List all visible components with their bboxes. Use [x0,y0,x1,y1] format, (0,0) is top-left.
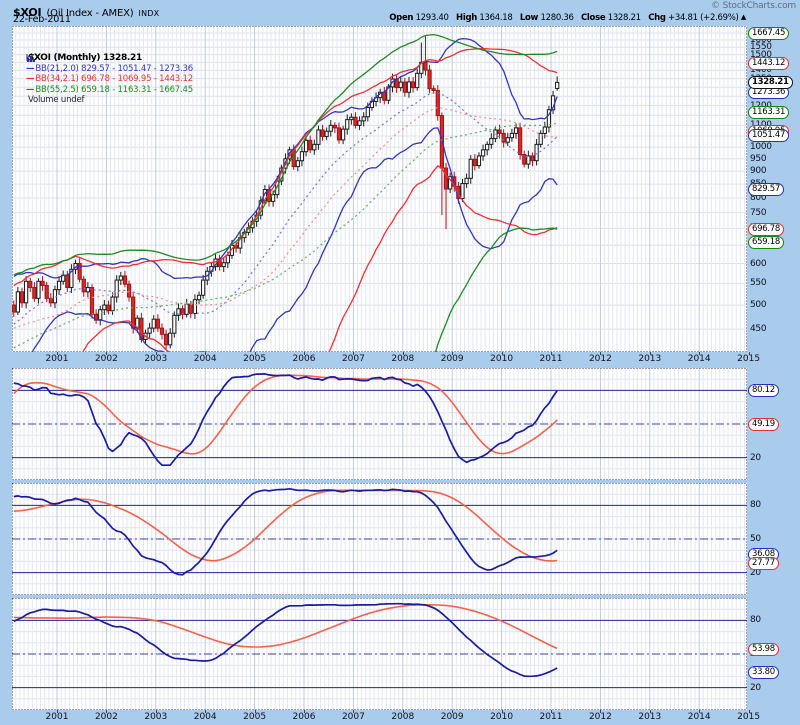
year-label: 2014 [682,354,716,364]
year-label: 2012 [583,354,617,364]
price-badge: 659.18 [748,236,784,249]
stoch-axis-label: 20 [750,453,761,463]
stoch-badge: 80.12 [748,384,779,397]
year-label: 2006 [287,712,321,722]
legend-title-row: $XOI (Monthly) 1328.21 [26,53,193,64]
year-label: 2010 [485,712,519,722]
price-badge: 829.57 [748,183,784,196]
legend-bb55: —BB(55,2.5) 659.18 - 1163.31 - 1667.45 [26,85,193,96]
high-value: 1364.18 [479,13,512,23]
price-plot: $XOI (Monthly) 1328.21 —BB(21,2.0) 829.5… [12,26,747,352]
price-axis-label: 550 [750,278,766,288]
year-label: 2004 [188,354,222,364]
stoch-badge: 33.80 [748,666,779,679]
copyright: © StockCharts.com [711,1,796,11]
legend-volume: Volume undef [26,95,193,106]
year-label: 2013 [633,354,667,364]
price-axis-label: 950 [750,154,766,164]
price-badge: 1667.45 [748,27,789,40]
stochastic-canvas-3 [12,598,747,710]
high-label: High [456,13,477,23]
stochastic-canvas-1 [12,368,747,480]
year-label: 2013 [633,712,667,722]
price-badge: 1443.12 [748,57,789,70]
stoch-badge: 49.19 [748,418,779,431]
x-axis-bottom: 2001 2002 2003 2004 2005 2006 2007 2008 2009 2010… [0,710,800,725]
year-label: 2008 [386,712,420,722]
year-label: 2011 [534,354,568,364]
year-label: 2005 [238,712,272,722]
price-axis-label: 450 [750,324,766,334]
year-label: 2002 [89,712,123,722]
year-label: 2003 [139,354,173,364]
stockcharts-candlestick-chart: $XOI (Oil Index - AMEX) INDX 22-Feb-2011… [0,0,800,725]
chart-date: 22-Feb-2011 [13,14,71,25]
low-value: 1280.36 [541,13,574,23]
year-label: 2007 [336,354,370,364]
percent-d-line [14,605,557,649]
low-label: Low [520,13,538,23]
stoch-axis-label: 80 [750,615,761,625]
price-axis-label: 900 [750,166,766,176]
year-label: 2001 [40,354,74,364]
year-label: 2001 [40,712,74,722]
year-label: 2014 [682,712,716,722]
year-label: 2008 [386,354,420,364]
year-label: 2015 [732,712,766,722]
chg-label: Chg [648,13,665,23]
year-label: 2009 [435,712,469,722]
symbol-type: INDX [139,9,160,18]
year-label: 2004 [188,712,222,722]
quote-bar: Open 1293.40 High 1364.18 Low 1280.36 Cl… [384,13,746,23]
price-axis-label: 500 [750,300,766,310]
price-badge: 1163.31 [748,106,789,119]
legend-bb34: —BB(34,2.1) 696.78 - 1069.95 - 1443.12 [26,74,193,85]
stoch-axis-label: 80 [750,500,761,510]
percent-k-line [14,374,557,465]
price-badge: 1051.47 [748,129,789,142]
open-label: Open [389,13,413,23]
close-value: 1328.21 [608,13,641,23]
price-badge: 1328.21 [748,76,793,89]
stoch-badge: 53.98 [748,643,779,656]
x-axis-top: 2001 2002 2003 2004 2005 2006 2007 2008 2009 2010… [0,352,800,367]
price-badge: 696.78 [748,223,784,236]
stochastic-panel-2: —Full STO %K(34,13) %D(21) 36.08, 27.77 [12,483,747,595]
price-legend: $XOI (Monthly) 1328.21 —BB(21,2.0) 829.5… [26,53,193,106]
year-label: 2015 [732,354,766,364]
year-label: 2010 [485,354,519,364]
percent-d-line [14,375,557,454]
year-label: 2011 [534,712,568,722]
stoch-badge: 27.77 [748,557,779,570]
year-label: 2003 [139,712,173,722]
stochastic-panel-1: —Full STO %K(21,8) %D(13) 80.12, 49.19 [12,368,747,480]
year-label: 2005 [238,354,272,364]
stoch-axis-label: 50 [750,534,761,544]
year-label: 2006 [287,354,321,364]
price-axis-label: 1000 [750,142,772,152]
legend-title: $XOI (Monthly) 1328.21 [28,53,142,63]
stochastic-canvas-2 [12,483,747,595]
year-label: 2002 [89,354,123,364]
year-label: 2009 [435,354,469,364]
stochastic-panel-3: —Full STO %K(55,21) %D(34) 33.80, 53.98 [12,598,747,710]
price-axis-label: 750 [750,208,766,218]
price-axis-label: 600 [750,259,766,269]
year-label: 2007 [336,712,370,722]
year-label: 2012 [583,712,617,722]
stoch-axis-label: 20 [750,683,761,693]
legend-bb21: —BB(21,2.0) 829.57 - 1051.47 - 1273.36 [26,64,193,75]
chg-value: +34.81 (+2.69%) [668,13,738,23]
close-label: Close [581,13,605,23]
up-arrow-icon[interactable]: ▲ [741,13,746,21]
open-value: 1293.40 [416,13,449,23]
